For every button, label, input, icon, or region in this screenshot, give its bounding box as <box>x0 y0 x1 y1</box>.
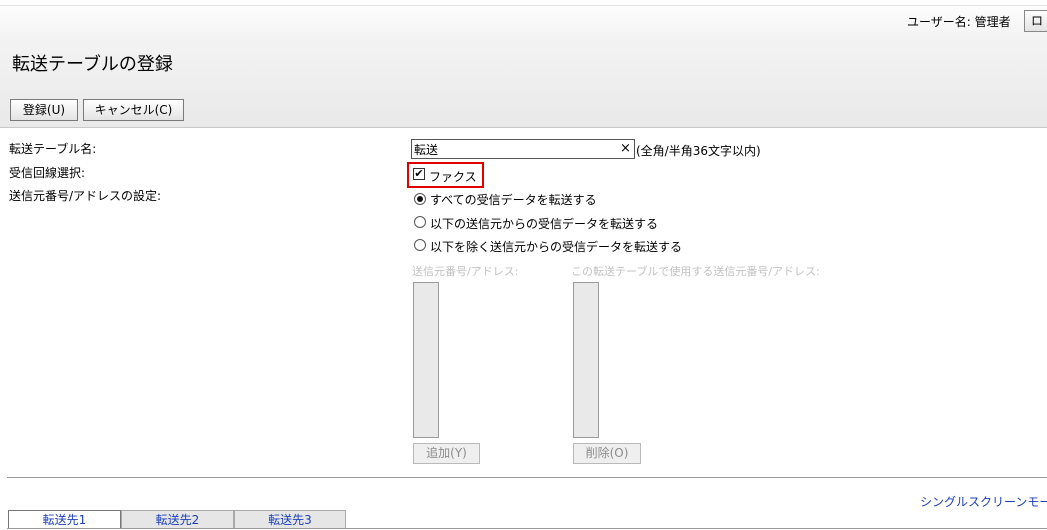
table-name-label: 転送テーブル名: <box>9 142 97 156</box>
header-top-divider <box>0 5 1047 6</box>
radio-forward-except[interactable] <box>414 239 426 251</box>
sender-list-label: 送信元番号/アドレス: <box>412 265 519 278</box>
header-bar: ユーザー名: 管理者 ロ 転送テーブルの登録 登録(U) キャンセル(C) <box>0 0 1047 128</box>
tab-destination-3[interactable]: 転送先3 <box>234 510 346 529</box>
used-sender-listbox[interactable] <box>573 282 599 438</box>
radio-forward-all-label[interactable]: すべての受信データを転送する <box>430 191 597 208</box>
tab-destination-1[interactable]: 転送先1 <box>8 510 121 529</box>
radio-forward-all[interactable] <box>414 193 426 205</box>
add-button[interactable]: 追加(Y) <box>413 443 480 464</box>
table-name-input[interactable] <box>414 141 614 157</box>
fax-checkbox-highlight: ✔ ファクス <box>407 162 484 188</box>
section-divider <box>7 477 1047 478</box>
page-title: 転送テーブルの登録 <box>12 54 173 75</box>
line-select-label: 受信回線選択: <box>9 166 86 180</box>
radio-forward-except-label[interactable]: 以下を除く送信元からの受信データを転送する <box>430 238 682 255</box>
sender-listbox[interactable] <box>413 282 439 438</box>
cancel-button[interactable]: キャンセル(C) <box>83 99 184 121</box>
logout-button[interactable]: ロ <box>1024 10 1047 32</box>
table-name-hint: (全角/半角36文字以内) <box>636 144 761 158</box>
radio-forward-listed[interactable] <box>414 216 426 228</box>
used-list-label: この転送テーブルで使用する送信元番号/アドレス: <box>571 265 820 278</box>
clear-icon[interactable]: × <box>620 141 631 157</box>
single-screen-mode-link[interactable]: シングルスクリーンモー <box>920 493 1047 510</box>
radio-forward-listed-label[interactable]: 以下の送信元からの受信データを転送する <box>430 215 658 232</box>
sender-setting-label: 送信元番号/アドレスの設定: <box>9 189 162 203</box>
register-button[interactable]: 登録(U) <box>10 99 78 121</box>
user-name-label: ユーザー名: 管理者 <box>907 15 1011 29</box>
tab-destination-2[interactable]: 転送先2 <box>121 510 234 529</box>
table-name-field[interactable]: × <box>411 139 635 159</box>
fax-checkbox[interactable]: ✔ <box>413 168 425 180</box>
delete-button[interactable]: 削除(O) <box>573 443 641 464</box>
fax-checkbox-label[interactable]: ファクス <box>429 168 477 185</box>
